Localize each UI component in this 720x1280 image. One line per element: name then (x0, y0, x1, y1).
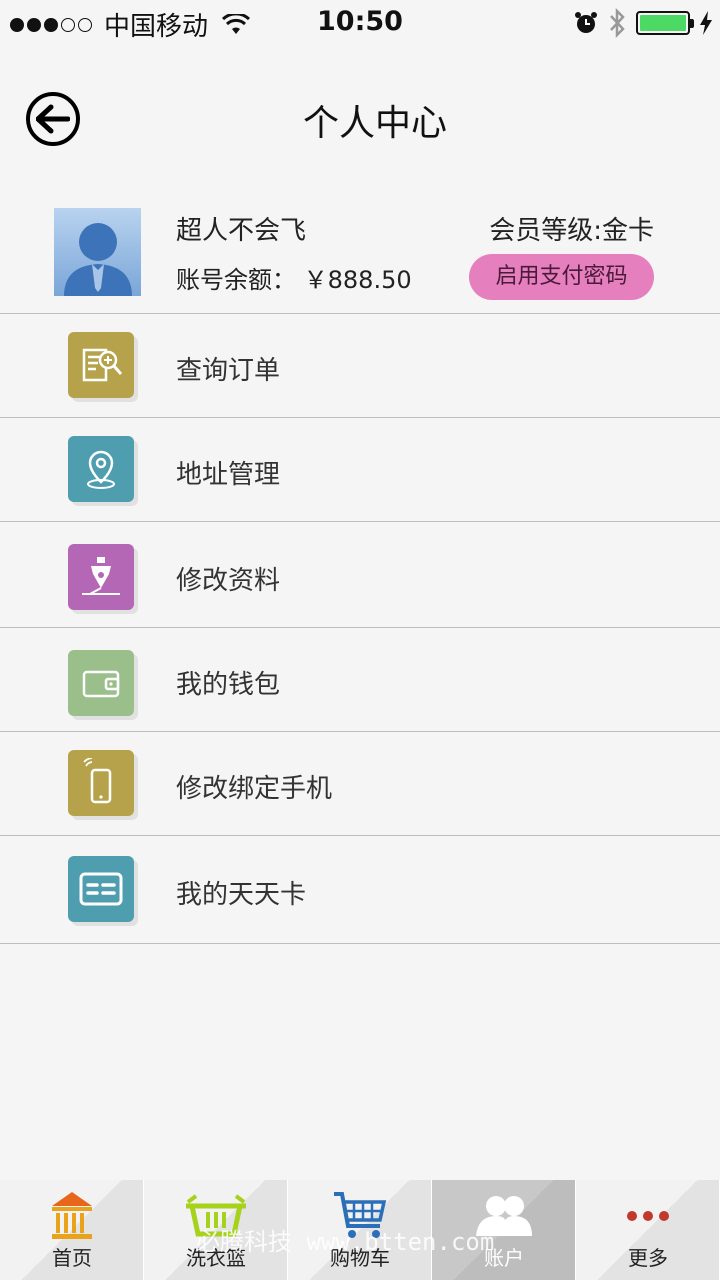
shopping-cart-icon (334, 1192, 387, 1238)
menu-item-bind-phone[interactable]: 修改绑定手机 (0, 732, 720, 836)
avatar[interactable] (54, 208, 141, 296)
member-level-label: 会员等级: (489, 216, 602, 246)
tab-label: 账户 (484, 1246, 524, 1270)
username: 超人不会飞 (176, 216, 307, 246)
pen-edit-icon (68, 544, 134, 610)
member-level-value: 金卡 (601, 216, 654, 246)
tab-account[interactable]: 账户 (432, 1180, 576, 1280)
account-balance: 账号余额： ￥888.50 (176, 260, 412, 295)
home-building-icon (52, 1192, 92, 1239)
tab-home[interactable]: 首页 (0, 1180, 144, 1280)
member-level: 会员等级:金卡 (489, 210, 654, 247)
users-icon (476, 1196, 532, 1236)
menu-item-edit-profile[interactable]: 修改资料 (0, 522, 720, 628)
battery-icon (636, 11, 694, 35)
order-search-icon (68, 332, 134, 398)
menu-item-orders[interactable]: 查询订单 (0, 314, 720, 418)
enable-pay-password-button[interactable]: 启用支付密码 (469, 254, 654, 300)
bottom-tab-bar: 首页 洗衣篮 购物车 账户 更多 (0, 1180, 720, 1280)
balance-value: ￥888.50 (303, 266, 412, 294)
location-pin-icon (68, 436, 134, 502)
tab-more[interactable]: 更多 (576, 1180, 720, 1280)
menu-label: 地址管理 (176, 460, 281, 490)
tab-label: 首页 (52, 1246, 92, 1270)
laundry-basket-icon (186, 1194, 246, 1237)
tab-label: 洗衣篮 (186, 1246, 246, 1270)
tab-laundry-basket[interactable]: 洗衣篮 (144, 1180, 288, 1280)
menu-label: 修改绑定手机 (176, 774, 333, 804)
menu-label: 查询订单 (176, 356, 281, 386)
charging-bolt-icon (700, 11, 712, 35)
mobile-phone-icon (68, 750, 134, 816)
tab-shopping-cart[interactable]: 购物车 (288, 1180, 432, 1280)
member-card-icon (68, 856, 134, 922)
menu-item-wallet[interactable]: 我的钱包 (0, 628, 720, 732)
nav-header: 个人中心 (0, 76, 720, 160)
menu-label: 我的钱包 (176, 670, 281, 700)
more-dots-icon (627, 1211, 669, 1221)
profile-card: 超人不会飞 账号余额： ￥888.50 会员等级:金卡 启用支付密码 (0, 190, 720, 314)
bluetooth-icon (610, 8, 625, 38)
menu-label: 修改资料 (176, 566, 281, 596)
menu-label: 我的天天卡 (176, 880, 307, 910)
page-title: 个人中心 (302, 103, 447, 144)
user-avatar-icon (64, 223, 132, 296)
status-bar: 中国移动 10:50 (0, 0, 720, 44)
balance-label: 账号余额： (176, 266, 296, 294)
menu-item-address[interactable]: 地址管理 (0, 418, 720, 522)
tab-label: 更多 (628, 1246, 668, 1270)
menu-item-member-card[interactable]: 我的天天卡 (0, 836, 720, 944)
tab-label: 购物车 (330, 1246, 390, 1270)
wallet-icon (68, 650, 134, 716)
alarm-clock-icon (575, 12, 597, 33)
status-right (574, 8, 712, 38)
